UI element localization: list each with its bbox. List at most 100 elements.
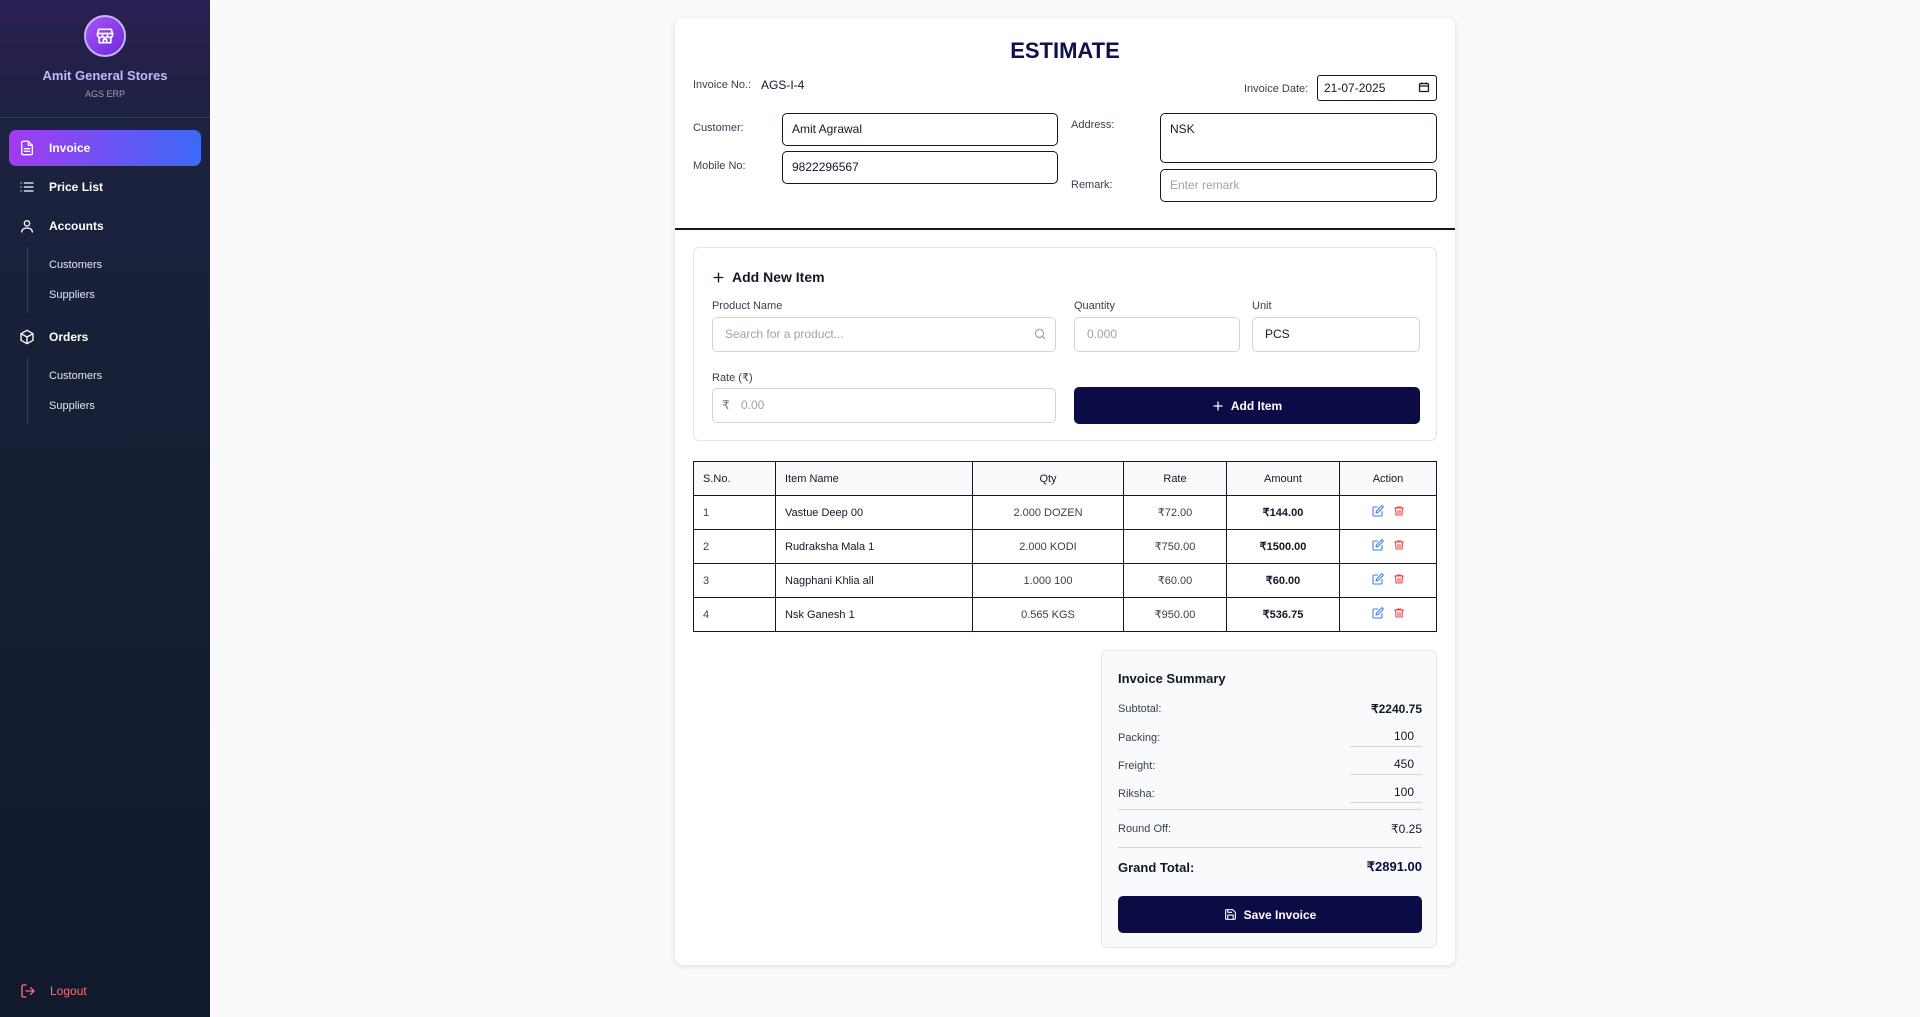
roundoff-value: ₹0.25 <box>1391 822 1422 836</box>
sidebar-item-accounts[interactable]: Accounts <box>9 208 201 244</box>
cell-rate: ₹72.00 <box>1123 495 1227 530</box>
sidebar-subitem-orders-suppliers[interactable]: Suppliers <box>28 391 201 421</box>
edit-icon[interactable] <box>1371 607 1384 622</box>
save-invoice-button[interactable]: Save Invoice <box>1118 896 1422 933</box>
summary-divider <box>1118 809 1422 810</box>
trash-icon[interactable] <box>1393 539 1405 554</box>
add-item-button[interactable]: Add Item <box>1074 387 1420 424</box>
customer-label: Customer: <box>693 122 744 134</box>
rate-input[interactable]: ₹ 0.00 <box>712 388 1056 423</box>
cell-actions <box>1339 495 1437 530</box>
cell-item-name: Rudraksha Mala 1 <box>775 529 973 564</box>
invoice-summary: Invoice Summary Subtotal: ₹2240.75 Packi… <box>1101 650 1437 948</box>
unit-select[interactable]: PCS <box>1252 317 1420 352</box>
cell-rate: ₹950.00 <box>1123 597 1227 632</box>
mobile-input[interactable]: 9822296567 <box>782 151 1058 184</box>
trash-icon[interactable] <box>1393 607 1405 622</box>
cell-rate: ₹750.00 <box>1123 529 1227 564</box>
edit-icon[interactable] <box>1371 573 1384 588</box>
sidebar-item-label: Invoice <box>49 141 91 155</box>
column-header-qty: Qty <box>972 461 1124 496</box>
column-header-sno: S.No. <box>693 461 776 496</box>
rate-placeholder: 0.00 <box>740 398 765 412</box>
summary-title: Invoice Summary <box>1118 671 1226 686</box>
cell-amount: ₹144.00 <box>1226 495 1340 530</box>
brand-header: Amit General Stores AGS ERP <box>0 0 210 118</box>
column-header-amount: Amount <box>1226 461 1340 496</box>
edit-icon[interactable] <box>1371 539 1384 554</box>
sidebar-item-price-list[interactable]: Price List <box>9 169 201 205</box>
address-textarea[interactable]: NSK <box>1160 113 1437 163</box>
subtotal-label: Subtotal: <box>1118 703 1162 715</box>
save-icon <box>1224 908 1237 921</box>
table-row: 4 Nsk Ganesh 1 0.565 KGS ₹950.00 ₹536.75 <box>693 597 1437 632</box>
accounts-submenu: Customers Suppliers <box>27 247 201 313</box>
rupee-symbol: ₹ <box>722 398 730 412</box>
logout-button[interactable]: Logout <box>20 983 87 999</box>
package-icon <box>19 329 35 345</box>
sidebar-subitem-orders-customers[interactable]: Customers <box>28 361 201 391</box>
logout-icon <box>20 983 36 999</box>
sidebar-item-invoice[interactable]: Invoice <box>9 130 201 166</box>
sidebar-item-label: Orders <box>49 330 89 344</box>
freight-input[interactable]: 450 <box>1350 757 1422 775</box>
grand-total-value: ₹2891.00 <box>1366 859 1422 874</box>
trash-icon[interactable] <box>1393 505 1405 520</box>
section-divider <box>675 228 1455 230</box>
riksha-input[interactable]: 100 <box>1350 785 1422 803</box>
table-row: 1 Vastue Deep 00 2.000 DOZEN ₹72.00 ₹144… <box>693 495 1437 530</box>
subtotal-value: ₹2240.75 <box>1370 702 1422 716</box>
add-item-heading: Add New Item <box>712 269 825 285</box>
riksha-row: Riksha: 100 <box>1118 785 1422 803</box>
rate-label: Rate (₹) <box>712 372 753 384</box>
page-title: ESTIMATE <box>1010 38 1120 63</box>
cell-amount: ₹536.75 <box>1226 597 1340 632</box>
logout-label: Logout <box>50 984 87 998</box>
document-icon <box>19 140 35 156</box>
user-icon <box>19 218 35 234</box>
cell-item-name: Vastue Deep 00 <box>775 495 973 530</box>
plus-icon <box>1212 400 1224 412</box>
sidebar-item-orders[interactable]: Orders <box>9 319 201 355</box>
calendar-icon <box>1418 81 1430 96</box>
cell-actions <box>1339 597 1437 632</box>
address-label: Address: <box>1071 119 1115 131</box>
cell-sno: 3 <box>693 563 776 598</box>
remark-input[interactable]: Enter remark <box>1160 169 1437 202</box>
items-table: S.No. Item Name Qty Rate Amount Action 1… <box>693 461 1437 632</box>
product-search-input[interactable]: Search for a product... <box>712 317 1056 352</box>
cell-actions <box>1339 529 1437 564</box>
invoice-date-input[interactable]: 21-07-2025 <box>1317 75 1437 101</box>
invoice-no-value: AGS-I-4 <box>761 78 805 92</box>
subtotal-row: Subtotal: ₹2240.75 <box>1118 702 1422 716</box>
cell-actions <box>1339 563 1437 598</box>
store-icon <box>84 15 126 57</box>
search-icon <box>1033 327 1047 344</box>
sidebar-item-label: Accounts <box>49 219 104 233</box>
trash-icon[interactable] <box>1393 573 1405 588</box>
sidebar-subitem-accounts-suppliers[interactable]: Suppliers <box>28 280 201 310</box>
sidebar-nav: Invoice Price List Accounts Customers Su… <box>0 118 210 442</box>
cell-qty: 1.000 100 <box>972 563 1124 598</box>
cell-sno: 2 <box>693 529 776 564</box>
grand-total-row: Grand Total: ₹2891.00 <box>1118 859 1422 875</box>
invoice-date-value: 21-07-2025 <box>1324 81 1386 95</box>
edit-icon[interactable] <box>1371 505 1384 520</box>
brand-subtitle: AGS ERP <box>84 89 125 99</box>
sidebar-subitem-accounts-customers[interactable]: Customers <box>28 250 201 280</box>
summary-divider <box>1118 847 1422 848</box>
quantity-input[interactable]: 0.000 <box>1074 317 1240 352</box>
add-item-heading-text: Add New Item <box>732 269 825 285</box>
cell-qty: 2.000 DOZEN <box>972 495 1124 530</box>
table-row: 3 Nagphani Khlia all 1.000 100 ₹60.00 ₹6… <box>693 563 1437 598</box>
save-invoice-label: Save Invoice <box>1243 907 1317 922</box>
packing-input[interactable]: 100 <box>1350 729 1422 747</box>
customer-input[interactable]: Amit Agrawal <box>782 113 1058 146</box>
invoice-no-label: Invoice No.: <box>693 79 752 91</box>
unit-label: Unit <box>1252 300 1272 312</box>
roundoff-row: Round Off: ₹0.25 <box>1118 822 1422 836</box>
table-header-row: S.No. Item Name Qty Rate Amount Action <box>693 461 1437 496</box>
sidebar: Amit General Stores AGS ERP Invoice Pric… <box>0 0 210 1017</box>
cell-item-name: Nsk Ganesh 1 <box>775 597 973 632</box>
product-name-label: Product Name <box>712 300 783 312</box>
